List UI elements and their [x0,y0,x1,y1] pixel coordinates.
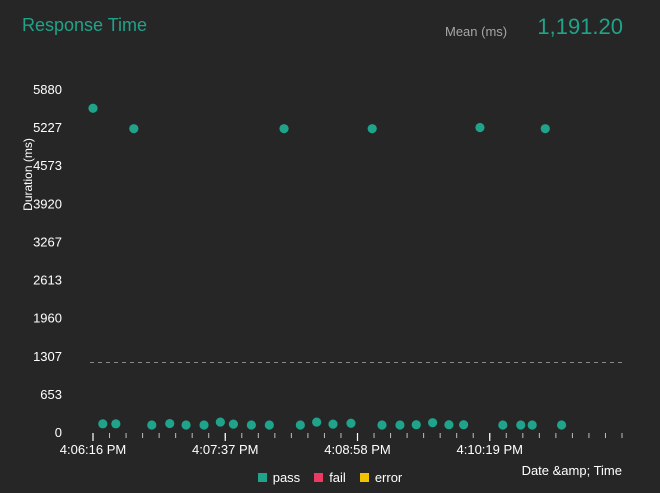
data-point-pass [228,419,239,429]
y-tick-label: 0 [55,425,62,440]
data-point-pass [411,420,421,430]
data-point-pass [111,419,121,429]
data-point-pass [459,420,469,430]
legend-label-fail: fail [329,470,346,485]
data-point-pass [312,417,322,427]
legend-label-error: error [374,470,403,485]
data-point-pass [199,420,209,430]
legend-label-pass: pass [272,470,301,485]
data-point-pass [367,124,377,134]
y-tick-label: 1960 [33,311,62,326]
data-point-pass [498,420,508,430]
y-tick-label: 4573 [33,158,62,173]
legend-item-pass[interactable]: pass [257,470,301,485]
x-tick-label: 4:10:19 PM [457,442,524,457]
data-point-pass [516,420,526,430]
y-axis-label: Duration (ms) [21,138,35,211]
x-tick-label: 4:07:37 PM [192,442,259,457]
legend-item-fail[interactable]: fail [314,470,346,485]
data-point-pass [147,420,157,430]
data-point-pass [295,420,305,430]
data-point-pass [475,122,485,133]
y-tick-label: 3920 [33,196,62,211]
y-tick-label: 2613 [33,273,62,288]
data-point-pass [129,124,139,134]
x-tick-label: 4:08:58 PM [324,442,391,457]
x-tick-label: 4:06:16 PM [60,442,127,457]
data-point-pass [346,418,356,428]
data-point-pass [279,124,289,134]
data-point-pass [540,124,550,134]
y-tick-label: 5880 [33,82,62,97]
legend-item-error[interactable]: error [359,470,403,485]
data-point-pass [444,420,454,430]
data-point-pass [165,418,175,429]
data-point-pass [428,418,438,428]
y-tick-label: 3267 [33,234,62,249]
y-tick-label: 1307 [33,349,62,364]
data-point-pass [246,420,256,430]
data-point-pass [98,419,108,429]
legend-swatch-pass [257,473,267,482]
data-point-pass [395,420,405,430]
legend-swatch-fail [314,473,324,482]
y-tick-label: 653 [40,387,62,402]
data-point-pass [377,420,387,430]
data-point-pass [328,419,338,429]
chart-legend: pass fail error [0,470,660,485]
response-time-chart: 0 653 1307 1960 2613 3267 3920 4573 5227 5880 Dura… [21,82,623,478]
y-tick-label: 5227 [33,120,62,135]
data-point-pass [264,420,274,430]
data-point-pass [215,417,225,427]
data-point-pass [527,420,537,430]
data-point-pass [556,420,567,430]
data-point-pass [88,103,98,113]
legend-swatch-error [359,473,369,482]
data-point-pass [181,420,191,430]
